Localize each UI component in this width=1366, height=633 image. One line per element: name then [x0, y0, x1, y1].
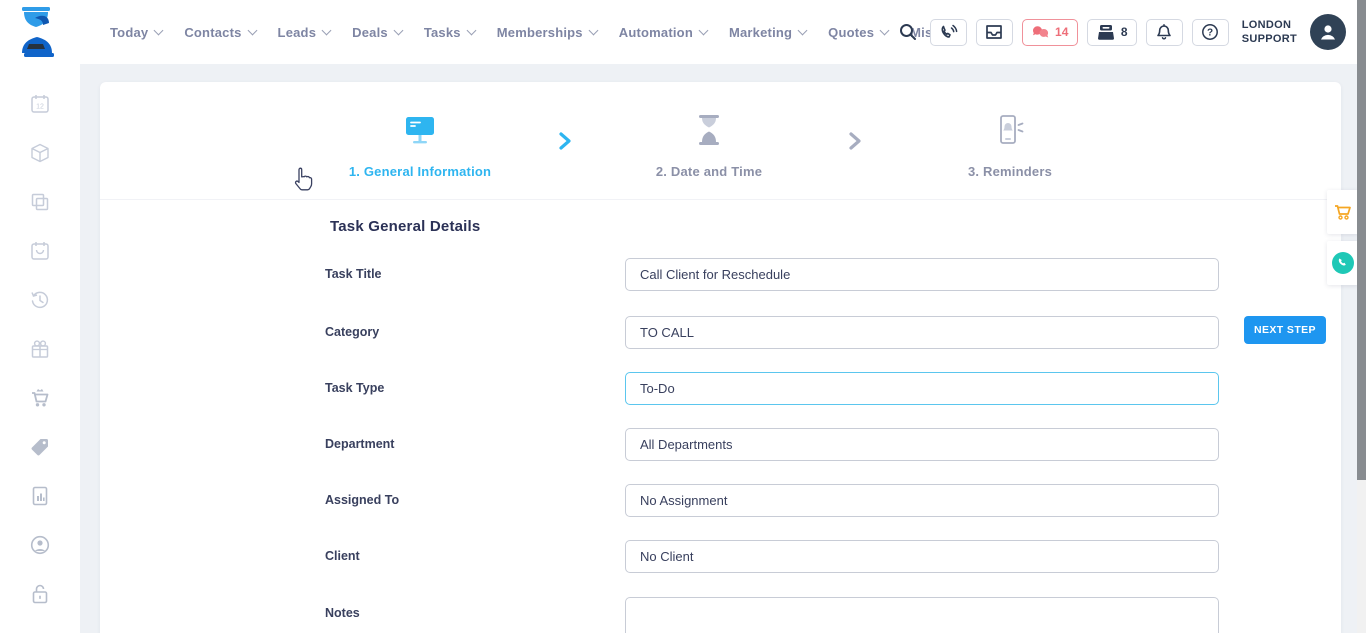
avatar[interactable] [1310, 14, 1346, 50]
chevron-down-icon [699, 26, 709, 36]
notes-textarea[interactable] [625, 597, 1219, 633]
nav-item-automation[interactable]: Automation [619, 25, 707, 40]
chevron-down-icon [880, 26, 890, 36]
nav-item-marketing[interactable]: Marketing [729, 25, 806, 40]
chat-button[interactable]: 14 [1022, 19, 1078, 46]
nav-item-quotes[interactable]: Quotes [828, 25, 888, 40]
chevron-down-icon [322, 26, 332, 36]
chevron-down-icon [588, 26, 598, 36]
register-button[interactable]: 8 [1087, 19, 1137, 46]
header-actions: 14 8 ? [898, 0, 1346, 64]
inbox-tray-icon [985, 24, 1003, 40]
notes-label: Notes [325, 597, 360, 630]
phone-waves-icon [939, 24, 958, 40]
step-date-and-time[interactable]: 2. Date and Time [594, 112, 824, 179]
assigned-to-label: Assigned To [325, 484, 399, 517]
main-nav: Today Contacts Leads Deals Tasks Members… [110, 0, 1028, 64]
app-window: Today Contacts Leads Deals Tasks Members… [0, 0, 1366, 633]
hourglass-icon [696, 114, 722, 146]
form-row-client: Client [325, 540, 1315, 573]
chevron-down-icon [393, 26, 403, 36]
chat-badge: 14 [1055, 25, 1068, 39]
department-input[interactable] [625, 428, 1219, 461]
phone-reminder-icon [994, 114, 1026, 146]
lock-icon[interactable] [15, 569, 65, 618]
question-mark-icon: ? [1201, 23, 1219, 41]
floating-cart-button[interactable] [1327, 190, 1358, 234]
register-icon [1096, 24, 1116, 40]
nav-item-tasks[interactable]: Tasks [424, 25, 475, 40]
form-row-category: Category [325, 316, 1315, 349]
svg-text:?: ? [1207, 28, 1213, 39]
step-general-information[interactable]: 1. General Information [305, 112, 535, 179]
user-icon [1317, 21, 1339, 43]
form-row-task-type: Task Type [325, 372, 1315, 405]
chevron-down-icon [798, 26, 808, 36]
client-input[interactable] [625, 540, 1219, 573]
svg-text:12: 12 [36, 103, 44, 110]
nav-item-today[interactable]: Today [110, 25, 162, 40]
category-input[interactable] [625, 316, 1219, 349]
app-logo-icon[interactable] [14, 6, 64, 58]
page-scrollbar [1357, 0, 1366, 633]
history-icon[interactable] [15, 275, 65, 324]
wizard-steps: 1. General Information 2. Date and Time [100, 82, 1341, 200]
monitor-icon [403, 114, 437, 146]
register-badge: 8 [1121, 25, 1128, 39]
step-reminders[interactable]: 3. Reminders [895, 112, 1125, 179]
step-chevron-icon [848, 132, 862, 150]
dialer-button[interactable] [930, 19, 967, 46]
nav-item-memberships[interactable]: Memberships [497, 25, 597, 40]
notifications-button[interactable] [1146, 19, 1183, 46]
cart-orange-icon [1333, 203, 1353, 222]
step-chevron-icon [558, 132, 572, 150]
package-icon[interactable] [15, 128, 65, 177]
inbox-button[interactable] [976, 19, 1013, 46]
cart-icon[interactable] [15, 373, 65, 422]
nav-item-leads[interactable]: Leads [278, 25, 331, 40]
task-title-input[interactable] [625, 258, 1219, 291]
chevron-down-icon [466, 26, 476, 36]
gift-icon[interactable] [15, 324, 65, 373]
task-wizard-card: 1. General Information 2. Date and Time [100, 82, 1341, 633]
phone-icon [1332, 252, 1354, 274]
form-title: Task General Details [330, 218, 480, 235]
floating-phone-button[interactable] [1327, 241, 1358, 285]
nav-item-deals[interactable]: Deals [352, 25, 402, 40]
bell-icon [1156, 24, 1172, 41]
category-label: Category [325, 316, 379, 349]
assigned-to-input[interactable] [625, 484, 1219, 517]
top-header: Today Contacts Leads Deals Tasks Members… [0, 0, 1366, 64]
client-label: Client [325, 540, 360, 573]
form-row-task-title: Task Title [325, 258, 1315, 291]
left-sidebar: 12 [0, 64, 80, 633]
search-icon[interactable] [898, 22, 918, 42]
copy-icon[interactable] [15, 177, 65, 226]
task-type-input[interactable] [625, 372, 1219, 405]
next-step-button[interactable]: NEXT STEP [1244, 316, 1326, 344]
calendar-icon[interactable]: 12 [15, 79, 65, 128]
task-type-label: Task Type [325, 372, 384, 405]
nav-item-contacts[interactable]: Contacts [184, 25, 255, 40]
user-name[interactable]: LONDON SUPPORT [1242, 18, 1297, 46]
help-button[interactable]: ? [1192, 19, 1229, 46]
form-row-department: Department [325, 428, 1315, 461]
scrollbar-thumb[interactable] [1357, 0, 1366, 480]
chat-bubbles-icon [1031, 25, 1050, 40]
report-icon[interactable] [15, 471, 65, 520]
user-circle-icon[interactable] [15, 520, 65, 569]
task-title-label: Task Title [325, 258, 382, 291]
department-label: Department [325, 428, 394, 461]
booking-calendar-icon[interactable] [15, 226, 65, 275]
form-row-notes: Notes [325, 597, 1315, 633]
tag-icon[interactable] [15, 422, 65, 471]
chevron-down-icon [154, 26, 164, 36]
form-row-assigned-to: Assigned To [325, 484, 1315, 517]
chevron-down-icon [247, 26, 257, 36]
